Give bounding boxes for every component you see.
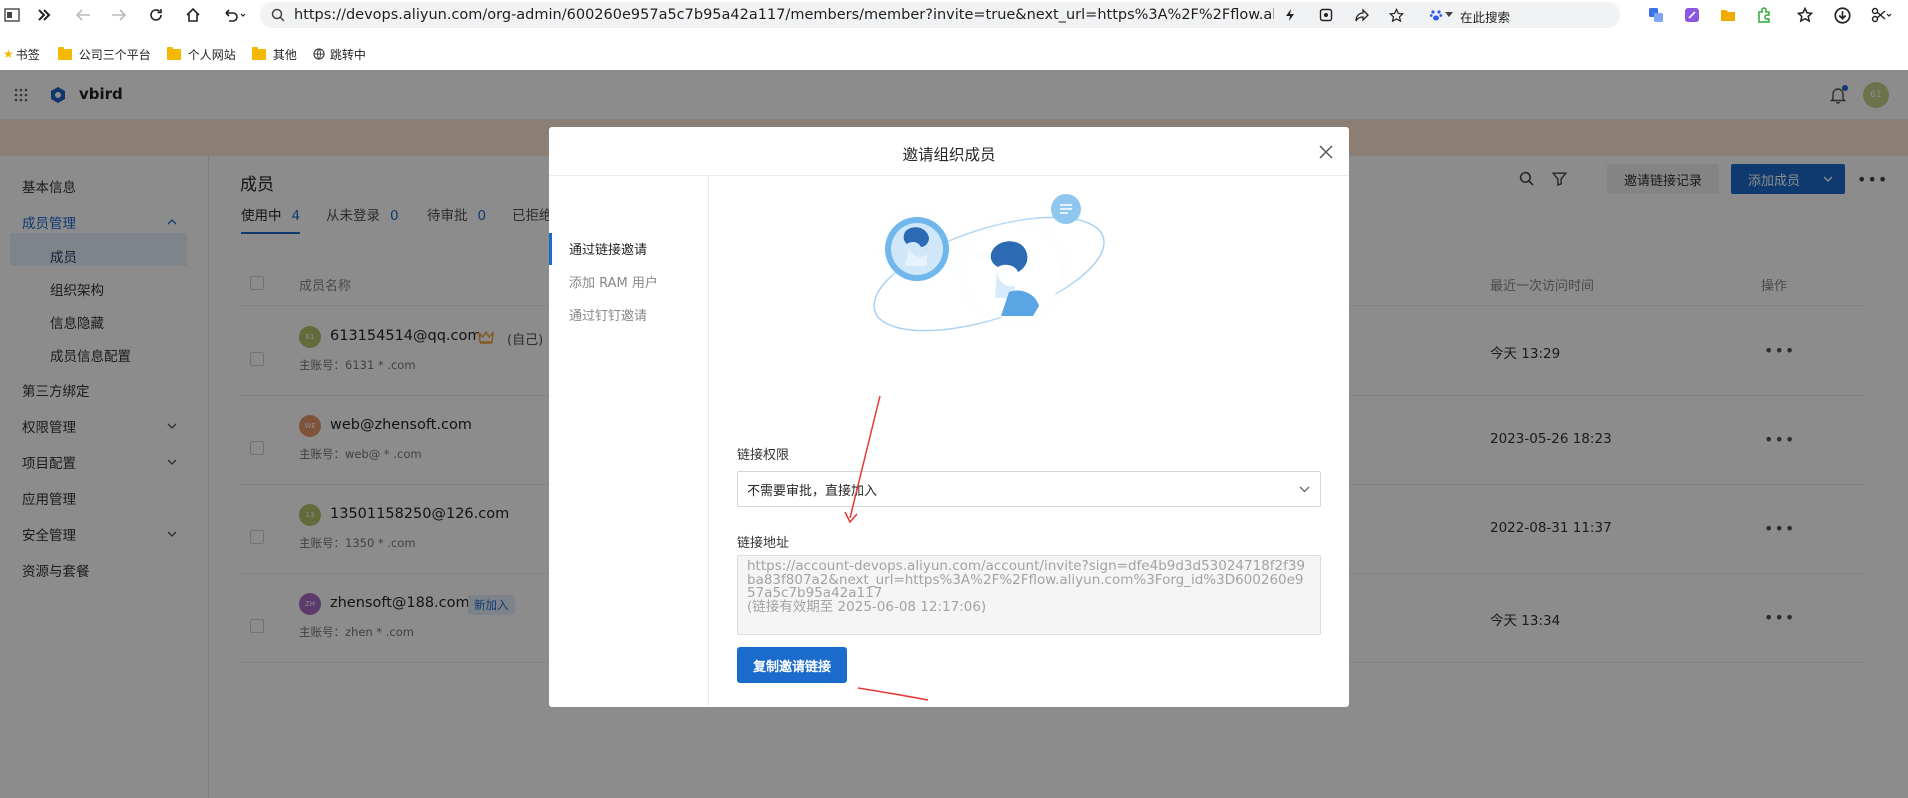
annotation-arrows xyxy=(844,395,929,701)
